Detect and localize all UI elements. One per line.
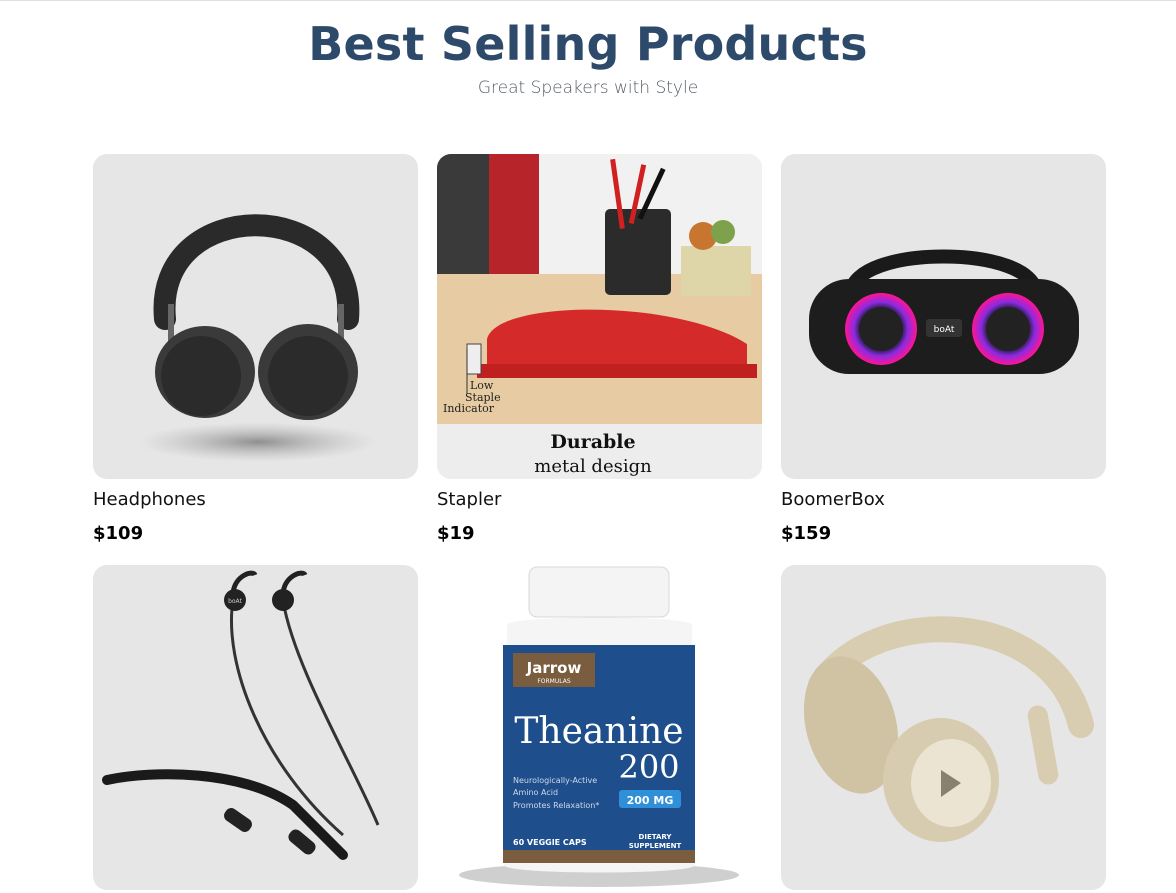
svg-text:Indicator: Indicator (443, 402, 495, 415)
svg-text:Durable: Durable (550, 431, 635, 453)
product-name[interactable]: Headphones (93, 488, 418, 512)
product-name[interactable]: BoomerBox (781, 488, 1106, 512)
page-subtitle: Great Speakers with Style (477, 78, 699, 98)
product-image-neckband[interactable]: boAt (93, 565, 418, 890)
product-card-neckband[interactable]: boAt (93, 565, 418, 890)
svg-text:Amino Acid: Amino Acid (513, 788, 558, 797)
supplement-bottle-icon: Jarrow FORMULAS Theanine 200 Neurologica… (459, 566, 739, 887)
product-image-headphones[interactable] (93, 154, 418, 479)
svg-text:DIETARY: DIETARY (639, 833, 673, 841)
product-card-headphones[interactable]: Headphones $109 (93, 154, 418, 546)
product-price: $109 (93, 523, 144, 544)
svg-text:metal design: metal design (534, 456, 652, 477)
svg-text:Theanine: Theanine (514, 711, 683, 752)
svg-text:FORMULAS: FORMULAS (537, 678, 570, 685)
product-image-boomerbox[interactable]: boAt (781, 154, 1106, 479)
product-card-stapler[interactable]: Low Staple Indicator Durable metal desig… (437, 154, 762, 546)
svg-text:Jarrow: Jarrow (526, 659, 582, 677)
black-headphones-icon (138, 214, 378, 462)
beige-headphones-icon (803, 616, 1094, 842)
svg-text:SUPPLEMENT: SUPPLEMENT (629, 842, 682, 850)
red-stapler-icon: Low Staple Indicator Durable metal desig… (437, 154, 762, 479)
product-grid: Headphones $109 Low Staple Indicator Dur… (93, 154, 1106, 890)
svg-text:60 VEGGIE CAPS: 60 VEGGIE CAPS (513, 838, 587, 847)
neckband-earphones-icon: boAt (102, 570, 380, 860)
product-name[interactable]: Stapler (437, 488, 762, 512)
svg-text:boAt: boAt (228, 598, 242, 605)
product-price: $19 (437, 523, 475, 544)
svg-text:boAt: boAt (934, 325, 955, 335)
boombox-speaker-icon: boAt (809, 249, 1079, 374)
product-card-supplement[interactable]: Jarrow FORMULAS Theanine 200 Neurologica… (437, 565, 762, 890)
svg-text:Promotes Relaxation*: Promotes Relaxation* (513, 801, 599, 810)
product-card-boomerbox[interactable]: boAt BoomerBox $159 (781, 154, 1106, 546)
product-price: $159 (781, 523, 832, 544)
product-image-beige-headphones[interactable] (781, 565, 1106, 890)
page-title: Best Selling Products (308, 17, 868, 71)
product-card-beige-headphones[interactable] (781, 565, 1106, 890)
svg-text:200 MG: 200 MG (627, 794, 674, 807)
svg-text:200: 200 (618, 748, 679, 786)
product-image-stapler[interactable]: Low Staple Indicator Durable metal desig… (437, 154, 762, 479)
top-border (0, 0, 1176, 1)
product-image-supplement[interactable]: Jarrow FORMULAS Theanine 200 Neurologica… (437, 565, 762, 890)
page-header: Best Selling Products Great Speakers wit… (0, 14, 1176, 98)
svg-text:Neurologically-Active: Neurologically-Active (513, 776, 597, 785)
